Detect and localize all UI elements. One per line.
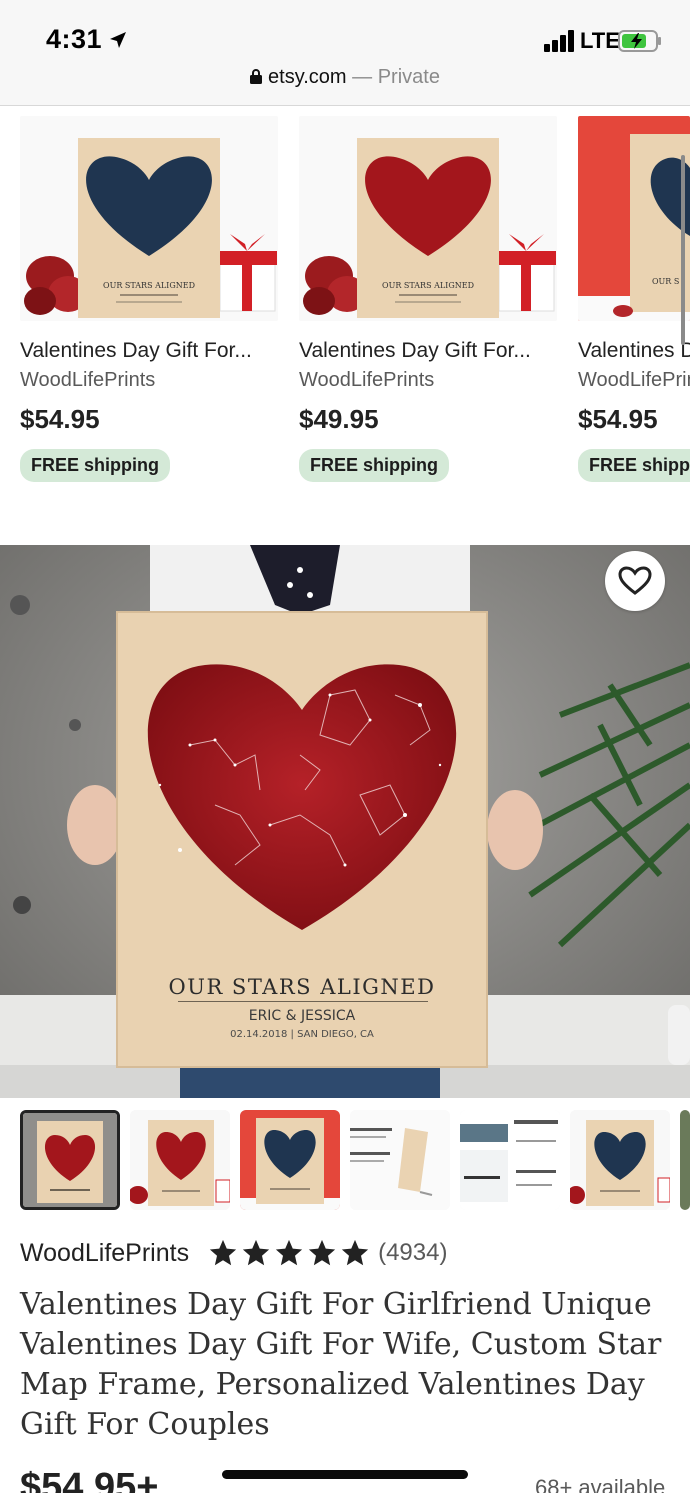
product-title[interactable]: Valentines Day Gift For... <box>299 339 559 363</box>
availability-text: 68+ available <box>535 1475 666 1493</box>
network-type: LTE <box>580 28 620 53</box>
scroll-indicator <box>681 155 685 345</box>
product-image[interactable]: OUR S <box>578 116 690 321</box>
print-heading: OUR STARS ALIGNED <box>169 975 436 999</box>
favorite-button[interactable] <box>605 551 665 611</box>
thumbnail-1[interactable] <box>20 1110 120 1210</box>
private-label: — Private <box>352 66 440 88</box>
shop-name[interactable]: WoodLifePrints <box>299 369 559 392</box>
shop-name[interactable]: WoodLifePrints <box>20 369 280 392</box>
thumbnail-6[interactable] <box>570 1110 670 1210</box>
free-shipping-badge: FREE shipping <box>20 449 170 482</box>
review-count[interactable]: (4934) <box>378 1239 447 1267</box>
battery-charging-icon <box>618 30 661 52</box>
recommendation-card[interactable]: OUR S Valentines Day Gift For... WoodLif… <box>578 116 690 482</box>
product-price: $54.95 <box>578 404 658 434</box>
home-indicator[interactable] <box>222 1470 468 1479</box>
product-title[interactable]: Valentines Day Gift For... <box>20 339 280 363</box>
print-heading: OUR STARS ALIGNED <box>103 281 195 290</box>
star-icon <box>308 1239 336 1266</box>
listing-title: Valentines Day Gift For Girlfriend Uniqu… <box>20 1287 662 1442</box>
thumbnail-strip[interactable] <box>0 1110 690 1210</box>
clock-time: 4:31 <box>46 24 103 54</box>
product-title[interactable]: Valentines Day Gift For... <box>578 339 690 363</box>
shop-name[interactable]: WoodLifePrints <box>578 369 690 392</box>
rating-stars[interactable] <box>207 1238 372 1268</box>
product-image[interactable]: OUR STARS ALIGNED <box>299 116 557 321</box>
product-price: $49.95 <box>299 404 379 434</box>
product-price: $54.95 <box>20 404 100 434</box>
star-icon <box>209 1239 237 1266</box>
lock-icon <box>250 69 263 84</box>
print-heading: OUR S <box>652 277 679 286</box>
recommendation-card[interactable]: OUR STARS ALIGNED Valentines Day Gift Fo… <box>20 116 280 482</box>
thumbnail-3[interactable] <box>240 1110 340 1210</box>
cellular-signal-icon <box>544 30 574 52</box>
thumbnail-5[interactable] <box>460 1110 560 1210</box>
status-bar: 4:31 LTE etsy.com — Private <box>0 0 690 106</box>
main-product-image[interactable]: OUR STARS ALIGNED ERIC & JESSICA 02.14.2… <box>0 545 690 1098</box>
address-bar[interactable]: etsy.com — Private <box>0 66 690 89</box>
listing-price: $54.95+ <box>20 1466 159 1493</box>
heart-outline-icon <box>618 566 652 595</box>
star-icon <box>242 1239 270 1266</box>
print-names: ERIC & JESSICA <box>249 1008 356 1024</box>
recommendation-card[interactable]: OUR STARS ALIGNED Valentines Day Gift Fo… <box>299 116 559 482</box>
shop-rating-row: WoodLifePrints (4934) <box>20 1236 447 1270</box>
shop-name-link[interactable]: WoodLifePrints <box>20 1239 189 1268</box>
product-image[interactable]: OUR STARS ALIGNED <box>20 116 278 321</box>
print-heading: OUR STARS ALIGNED <box>382 281 474 290</box>
star-icon <box>341 1239 369 1266</box>
star-icon <box>275 1239 303 1266</box>
thumbnail-4[interactable] <box>350 1110 450 1210</box>
url-text: etsy.com <box>268 66 347 88</box>
free-shipping-badge: FREE shipping <box>578 449 690 482</box>
free-shipping-badge: FREE shipping <box>299 449 449 482</box>
print-date: 02.14.2018 | SAN DIEGO, CA <box>230 1029 374 1040</box>
thumbnail-2[interactable] <box>130 1110 230 1210</box>
location-arrow-icon <box>110 32 126 48</box>
thumbnail-7[interactable] <box>680 1110 690 1210</box>
